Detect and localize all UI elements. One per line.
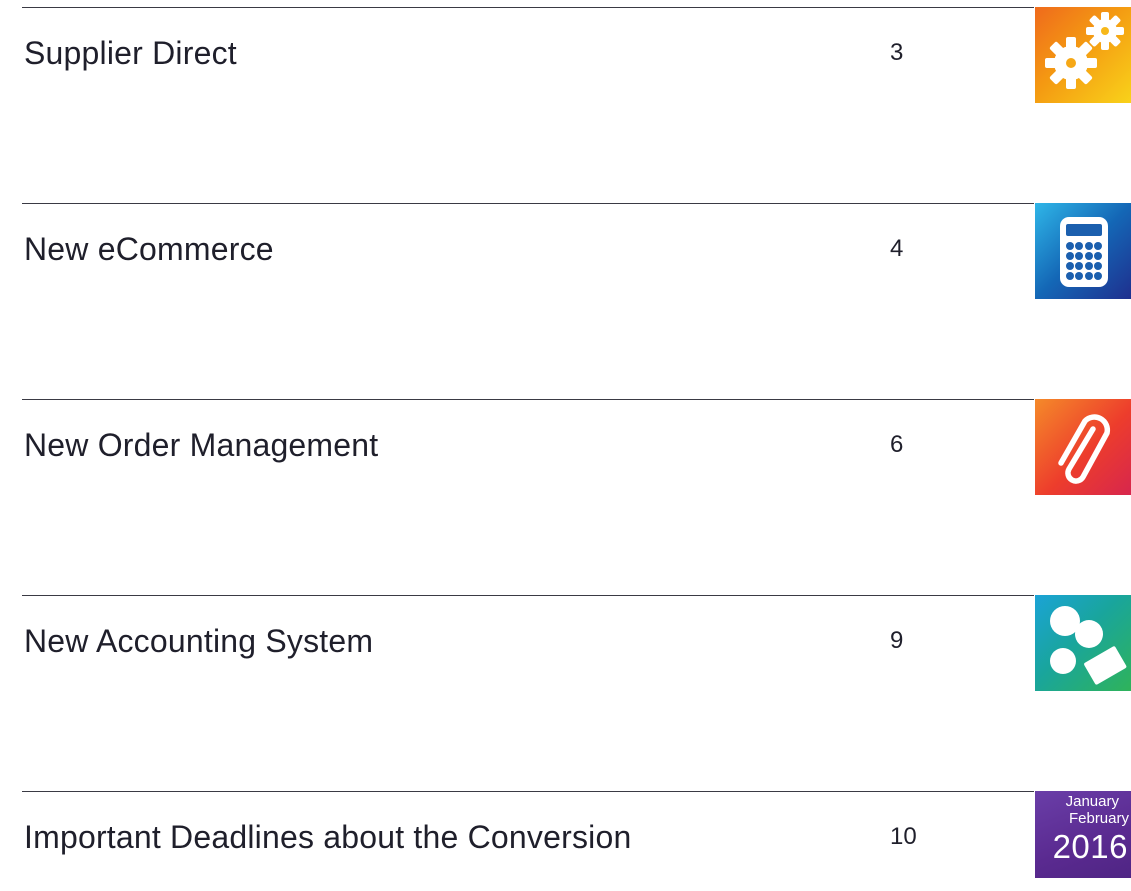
calendar-year: 2016 <box>1052 828 1128 865</box>
divider <box>22 791 1034 792</box>
divider <box>22 7 1034 8</box>
toc-entry-title[interactable]: New eCommerce <box>24 229 274 269</box>
divider <box>22 399 1034 400</box>
toc-entry-supplier-direct[interactable]: Supplier Direct 3 <box>22 7 1131 107</box>
toc-entry-new-ecommerce[interactable]: New eCommerce 4 <box>22 203 1131 303</box>
toc-entry-title[interactable]: New Order Management <box>24 425 378 465</box>
toc-entry-new-order-management[interactable]: New Order Management 6 <box>22 399 1131 499</box>
gears-icon <box>1035 7 1131 103</box>
divider <box>22 203 1034 204</box>
calendar-month-february: February <box>1068 810 1129 827</box>
calendar-icon: January February 2016 <box>1035 791 1131 878</box>
toc-entry-title[interactable]: Supplier Direct <box>24 33 237 73</box>
toc-entry-new-accounting-system[interactable]: New Accounting System 9 <box>22 595 1131 695</box>
toc-page-number: 3 <box>890 39 904 66</box>
paperclip-icon <box>1035 399 1131 495</box>
toc-entry-title[interactable]: New Accounting System <box>24 621 373 661</box>
shapes-icon <box>1035 595 1131 691</box>
calculator-icon <box>1035 203 1131 299</box>
toc-page-number: 9 <box>890 627 904 654</box>
calendar-month-january: January <box>1065 793 1119 810</box>
toc-entry-title[interactable]: Important Deadlines about the Conversion <box>24 817 631 857</box>
toc-entry-important-deadlines[interactable]: Important Deadlines about the Conversion… <box>22 791 1131 891</box>
toc-page-number: 6 <box>890 431 904 458</box>
divider <box>22 595 1034 596</box>
toc-page-number: 4 <box>890 235 904 262</box>
toc-page-number: 10 <box>890 823 917 850</box>
